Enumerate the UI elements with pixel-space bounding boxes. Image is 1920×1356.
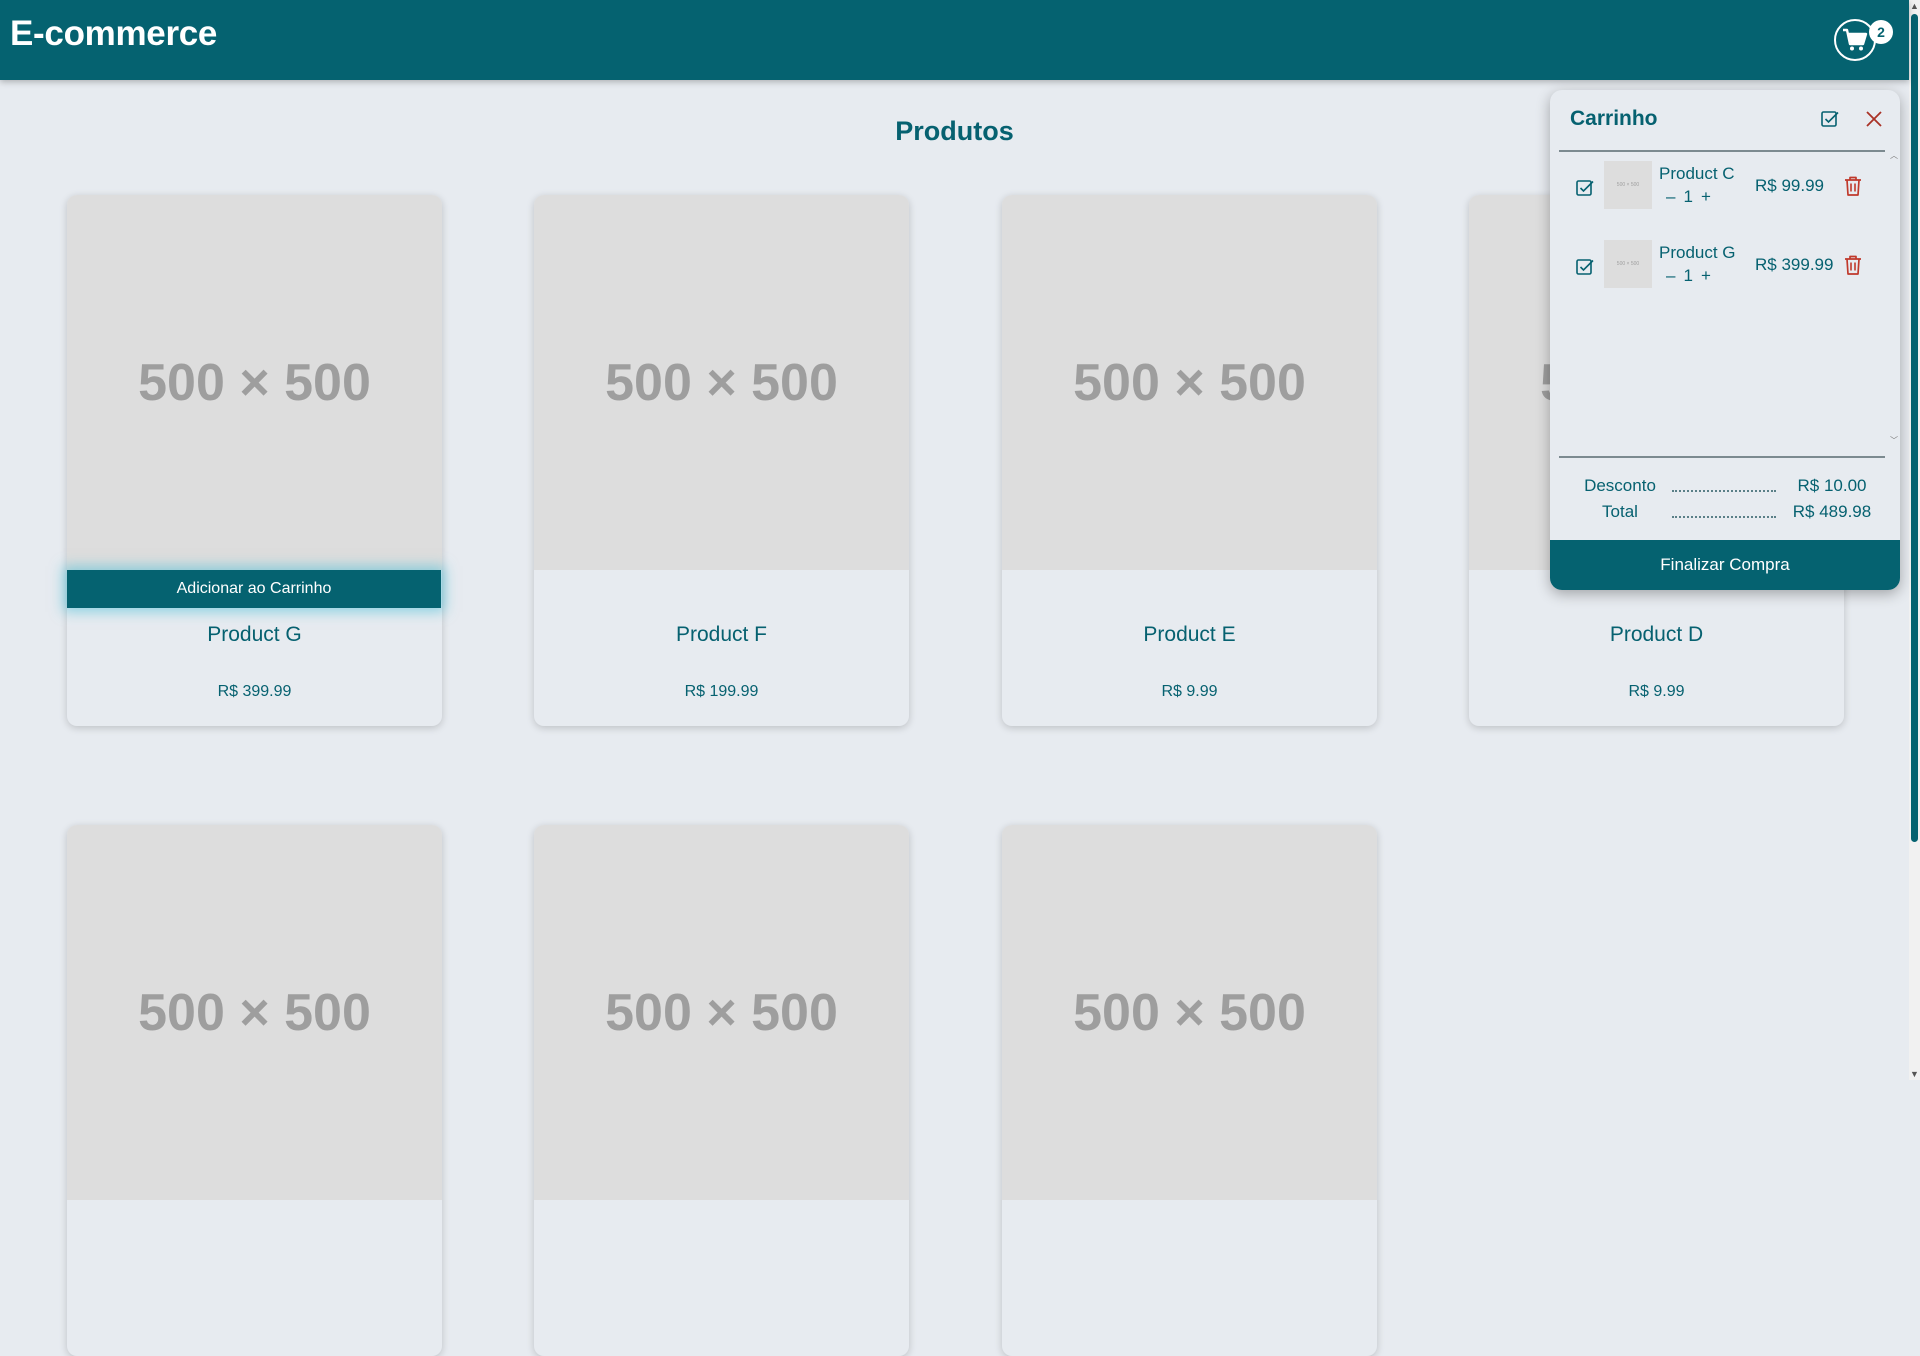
checkbox-checked-icon[interactable] [1575, 257, 1595, 277]
product-card[interactable]: 500 × 500 Product E R$ 9.99 [1002, 195, 1377, 726]
dotted-leader [1672, 490, 1776, 492]
top-header: E-commerce 2 [0, 0, 1909, 80]
product-price: R$ 399.99 [217, 683, 292, 700]
discount-value: R$ 10.00 [1797, 476, 1867, 495]
cart-count-badge: 2 [1869, 20, 1893, 44]
total-row: Total R$ 489.98 [1550, 502, 1900, 524]
increase-quantity-button[interactable]: + [1701, 187, 1711, 207]
discount-row: Desconto R$ 10.00 [1550, 476, 1900, 498]
scroll-down-arrow-icon[interactable]: ▼ [1909, 1068, 1920, 1080]
checkout-button[interactable]: Finalizar Compra [1550, 540, 1900, 590]
cart-item-price: R$ 99.99 [1755, 176, 1824, 195]
cart-item: 500 × 500 Product C – 1 + R$ 99.99 [1550, 158, 1900, 214]
trash-icon[interactable] [1843, 175, 1863, 197]
cart-item-image: 500 × 500 [1604, 240, 1652, 288]
cart-item-list: 500 × 500 Product C – 1 + R$ 99.99 500 ×… [1550, 150, 1900, 450]
product-card[interactable]: 500 × 500 [1002, 825, 1377, 1356]
product-image: 500 × 500 [67, 195, 442, 570]
product-name: Product G [207, 623, 302, 646]
select-all-checkbox-icon[interactable] [1820, 109, 1840, 129]
product-image: 500 × 500 [534, 195, 909, 570]
close-icon[interactable] [1864, 109, 1884, 129]
scrollbar-thumb[interactable] [1911, 14, 1918, 842]
product-price: R$ 9.99 [1161, 683, 1218, 700]
increase-quantity-button[interactable]: + [1701, 266, 1711, 286]
chevron-down-icon[interactable]: ﹀ [1890, 435, 1898, 446]
page-scrollbar[interactable]: ▲ ▼ [1909, 0, 1920, 1080]
product-image: 500 × 500 [1002, 195, 1377, 570]
trash-icon[interactable] [1843, 254, 1863, 276]
total-label: Total [1602, 502, 1638, 521]
cart-title: Carrinho [1570, 107, 1658, 130]
product-price: R$ 199.99 [684, 683, 759, 700]
cart-item-image: 500 × 500 [1604, 161, 1652, 209]
cart-item: 500 × 500 Product G – 1 + R$ 399.99 [1550, 237, 1900, 293]
quantity-value: 1 [1683, 187, 1693, 206]
dotted-leader [1672, 516, 1776, 518]
brand-logo[interactable]: E-commerce [10, 14, 217, 54]
product-card[interactable]: 500 × 500 [534, 825, 909, 1356]
product-card[interactable]: 500 × 500 Product F R$ 199.99 [534, 195, 909, 726]
cart-divider-bottom [1559, 456, 1885, 458]
cart-panel: Carrinho 500 × 500 Product C – 1 + R$ 99… [1550, 90, 1900, 590]
cart-item-price: R$ 399.99 [1755, 255, 1834, 274]
cart-item-name: Product C [1659, 164, 1735, 183]
discount-label: Desconto [1584, 476, 1656, 495]
product-image: 500 × 500 [1002, 825, 1377, 1200]
quantity-stepper: – 1 + [1666, 266, 1711, 286]
product-name: Product D [1609, 623, 1704, 646]
decrease-quantity-button[interactable]: – [1666, 266, 1675, 286]
chevron-up-icon[interactable]: ︿ [1890, 150, 1898, 161]
shopping-cart-icon [1843, 28, 1868, 51]
scroll-up-arrow-icon[interactable]: ▲ [1909, 0, 1920, 12]
cart-item-name: Product G [1659, 243, 1736, 262]
add-to-cart-button[interactable]: Adicionar ao Carrinho [67, 570, 441, 608]
product-name: Product F [675, 623, 768, 646]
product-image: 500 × 500 [67, 825, 442, 1200]
total-value: R$ 489.98 [1792, 502, 1872, 521]
product-price: R$ 9.99 [1628, 683, 1685, 700]
product-card[interactable]: 500 × 500 [67, 825, 442, 1356]
decrease-quantity-button[interactable]: – [1666, 187, 1675, 207]
quantity-value: 1 [1683, 266, 1693, 285]
product-image: 500 × 500 [534, 825, 909, 1200]
product-name: Product E [1143, 623, 1236, 646]
checkbox-checked-icon[interactable] [1575, 178, 1595, 198]
quantity-stepper: – 1 + [1666, 187, 1711, 207]
cart-scrollbar[interactable]: ︿ ﹀ [1890, 150, 1898, 450]
product-card[interactable]: 500 × 500 Product G R$ 399.99 [67, 195, 442, 726]
